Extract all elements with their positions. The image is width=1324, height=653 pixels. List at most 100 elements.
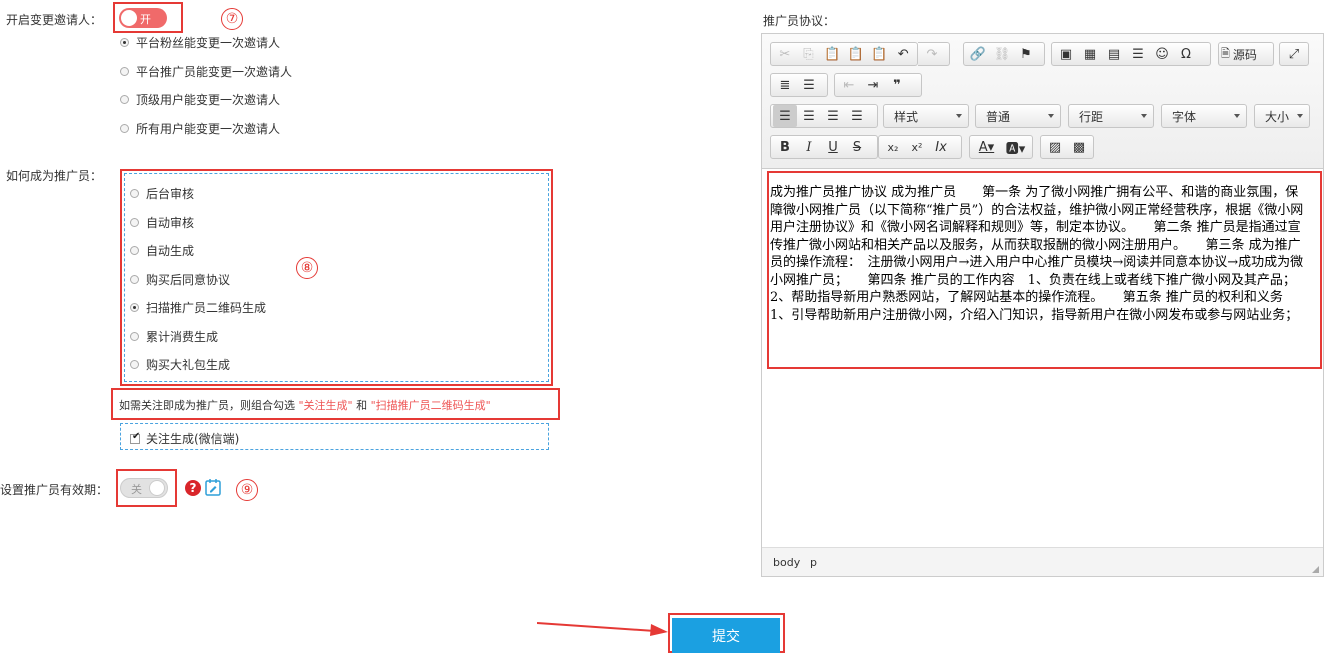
bulleted-list-icon[interactable]: ☰ (797, 74, 821, 96)
qrcode-icon[interactable]: ▩ (1067, 136, 1091, 158)
italic-icon[interactable]: I (797, 136, 821, 158)
subscript-icon[interactable]: x₂ (881, 136, 905, 158)
invite-option-label: 顶级用户能变更一次邀请人 (136, 93, 281, 108)
table-icon[interactable]: ▤ (1102, 43, 1126, 65)
become-option[interactable]: 购买大礼包生成 (130, 356, 230, 373)
become-option[interactable]: 自动审核 (130, 214, 194, 231)
radio-button[interactable] (130, 217, 139, 227)
align-right-icon[interactable]: ☰ (821, 105, 845, 127)
invite-option-label: 平台粉丝能变更一次邀请人 (136, 36, 281, 50)
become-option[interactable]: 自动生成 (130, 242, 194, 259)
list-group: ≣ ☰ (770, 73, 828, 97)
text-style-group: B I U S (770, 135, 878, 159)
become-option[interactable]: 后台审核 (130, 185, 194, 202)
radio-button[interactable] (130, 246, 139, 255)
radio-button[interactable] (130, 303, 139, 312)
source-doc-icon: 🗎 (1221, 46, 1230, 60)
calendar-edit-icon[interactable] (205, 478, 221, 499)
horizontal-rule-icon[interactable]: ☰ (1126, 43, 1150, 65)
paste-word-icon[interactable]: 📋 (868, 43, 892, 65)
follow-checkbox[interactable]: ✔ (130, 431, 140, 444)
blockquote-icon[interactable]: ❞ (885, 74, 909, 96)
radio-button[interactable] (120, 66, 129, 76)
hint-and: 和 (356, 399, 368, 412)
align-justify-icon[interactable]: ☰ (845, 105, 869, 127)
media-group: ▨ ▩ (1040, 135, 1094, 159)
invite-option[interactable]: 所有用户能变更一次邀请人 (120, 120, 280, 137)
source-button[interactable]: 🗎 源码 (1218, 42, 1274, 66)
radio-button[interactable] (130, 331, 139, 341)
path-body[interactable]: body (773, 556, 800, 569)
become-label: 如何成为推广员： (6, 169, 103, 183)
hint-option-scan: "扫描推广员二维码生成" (370, 399, 491, 412)
paste-text-icon[interactable]: 📋 (844, 43, 868, 65)
font-combo[interactable]: 字体 (1161, 104, 1247, 128)
cut-icon[interactable]: ✂ (773, 43, 797, 65)
paste-icon[interactable]: 📋 (820, 43, 844, 65)
radio-button[interactable] (120, 95, 129, 105)
line-spacing-combo-text: 行距 (1079, 109, 1104, 124)
invite-option[interactable]: 平台粉丝能变更一次邀请人 (120, 34, 280, 51)
maximize-icon[interactable]: ⤢ (1282, 43, 1306, 65)
invite-option[interactable]: 顶级用户能变更一次邀请人 (120, 91, 280, 108)
unlink-icon[interactable]: ⛓ (990, 43, 1014, 65)
copy-icon[interactable]: ⎘ (797, 43, 821, 65)
become-option-label: 自动审核 (146, 215, 195, 230)
line-spacing-combo[interactable]: 行距 (1068, 104, 1154, 128)
indent-icon[interactable]: ⇥ (861, 74, 885, 96)
indent-group: ⇤ ⇥ ❞ (834, 73, 922, 97)
image-icon[interactable]: ▣ (1054, 43, 1078, 65)
radio-button[interactable] (130, 360, 139, 369)
invite-toggle-text: 开 (140, 13, 151, 26)
link-group: 🔗 ⛓ ⚑ (963, 42, 1045, 66)
numbered-list-icon[interactable]: ≣ (773, 74, 797, 96)
help-icon[interactable]: ? (185, 480, 201, 496)
style-combo-text: 样式 (894, 109, 919, 124)
insert-image-icon[interactable]: ▨ (1043, 136, 1067, 158)
submit-button[interactable]: 提交 (672, 618, 780, 653)
become-option[interactable]: 扫描推广员二维码生成 (130, 299, 266, 316)
text-color-icon[interactable]: A▾ (972, 136, 1001, 158)
anchor-flag-icon[interactable]: ⚑ (1014, 43, 1038, 65)
superscript-icon[interactable]: x² (905, 136, 929, 158)
follow-checkbox-row[interactable]: ✔ 关注生成(微信端) (130, 430, 239, 447)
paragraph-combo[interactable]: 普通 (975, 104, 1061, 128)
insert-group: ▣ ▦ ▤ ☰ ☺ Ω (1051, 42, 1211, 66)
become-option[interactable]: 购买后同意协议 (130, 271, 230, 288)
remove-format-icon[interactable]: Ix (929, 136, 953, 158)
become-option-label: 扫描推广员二维码生成 (146, 301, 267, 315)
flash-icon[interactable]: ▦ (1078, 43, 1102, 65)
style-combo[interactable]: 样式 (883, 104, 969, 128)
radio-button[interactable] (130, 189, 139, 198)
special-char-icon[interactable]: Ω (1174, 43, 1198, 65)
redo-group: ↷ (918, 42, 950, 66)
invite-toggle[interactable]: 开 (119, 8, 167, 28)
underline-icon[interactable]: U (821, 136, 845, 158)
undo-icon[interactable]: ↶ (891, 43, 915, 65)
become-option-label: 后台审核 (146, 187, 195, 201)
redo-icon[interactable]: ↷ (920, 43, 944, 65)
become-option-label: 累计消费生成 (146, 329, 219, 344)
outdent-icon[interactable]: ⇤ (837, 74, 861, 96)
link-icon[interactable]: 🔗 (966, 43, 990, 65)
smiley-icon[interactable]: ☺ (1150, 43, 1174, 65)
radio-button[interactable] (120, 124, 129, 134)
radio-button[interactable] (130, 274, 139, 284)
strikethrough-icon[interactable]: S (845, 136, 869, 158)
align-center-icon[interactable]: ☰ (797, 105, 821, 127)
resize-handle[interactable] (1312, 566, 1319, 573)
align-group: ☰ ☰ ☰ ☰ (770, 104, 878, 128)
color-group: A▾ 🅰▾ (969, 135, 1033, 159)
toggle-knob (149, 480, 165, 496)
radio-button[interactable] (120, 38, 129, 47)
bg-color-icon[interactable]: 🅰▾ (1001, 136, 1030, 158)
path-p[interactable]: p (810, 556, 817, 569)
validity-toggle-text: 关 (131, 483, 142, 496)
become-option[interactable]: 累计消费生成 (130, 328, 218, 345)
size-combo[interactable]: 大小 (1254, 104, 1310, 128)
align-left-icon[interactable]: ☰ (773, 105, 797, 127)
invite-option[interactable]: 平台推广员能变更一次邀请人 (120, 63, 292, 80)
bold-icon[interactable]: B (773, 136, 797, 158)
validity-toggle[interactable]: 关 (120, 478, 168, 498)
source-label: 源码 (1232, 47, 1257, 62)
